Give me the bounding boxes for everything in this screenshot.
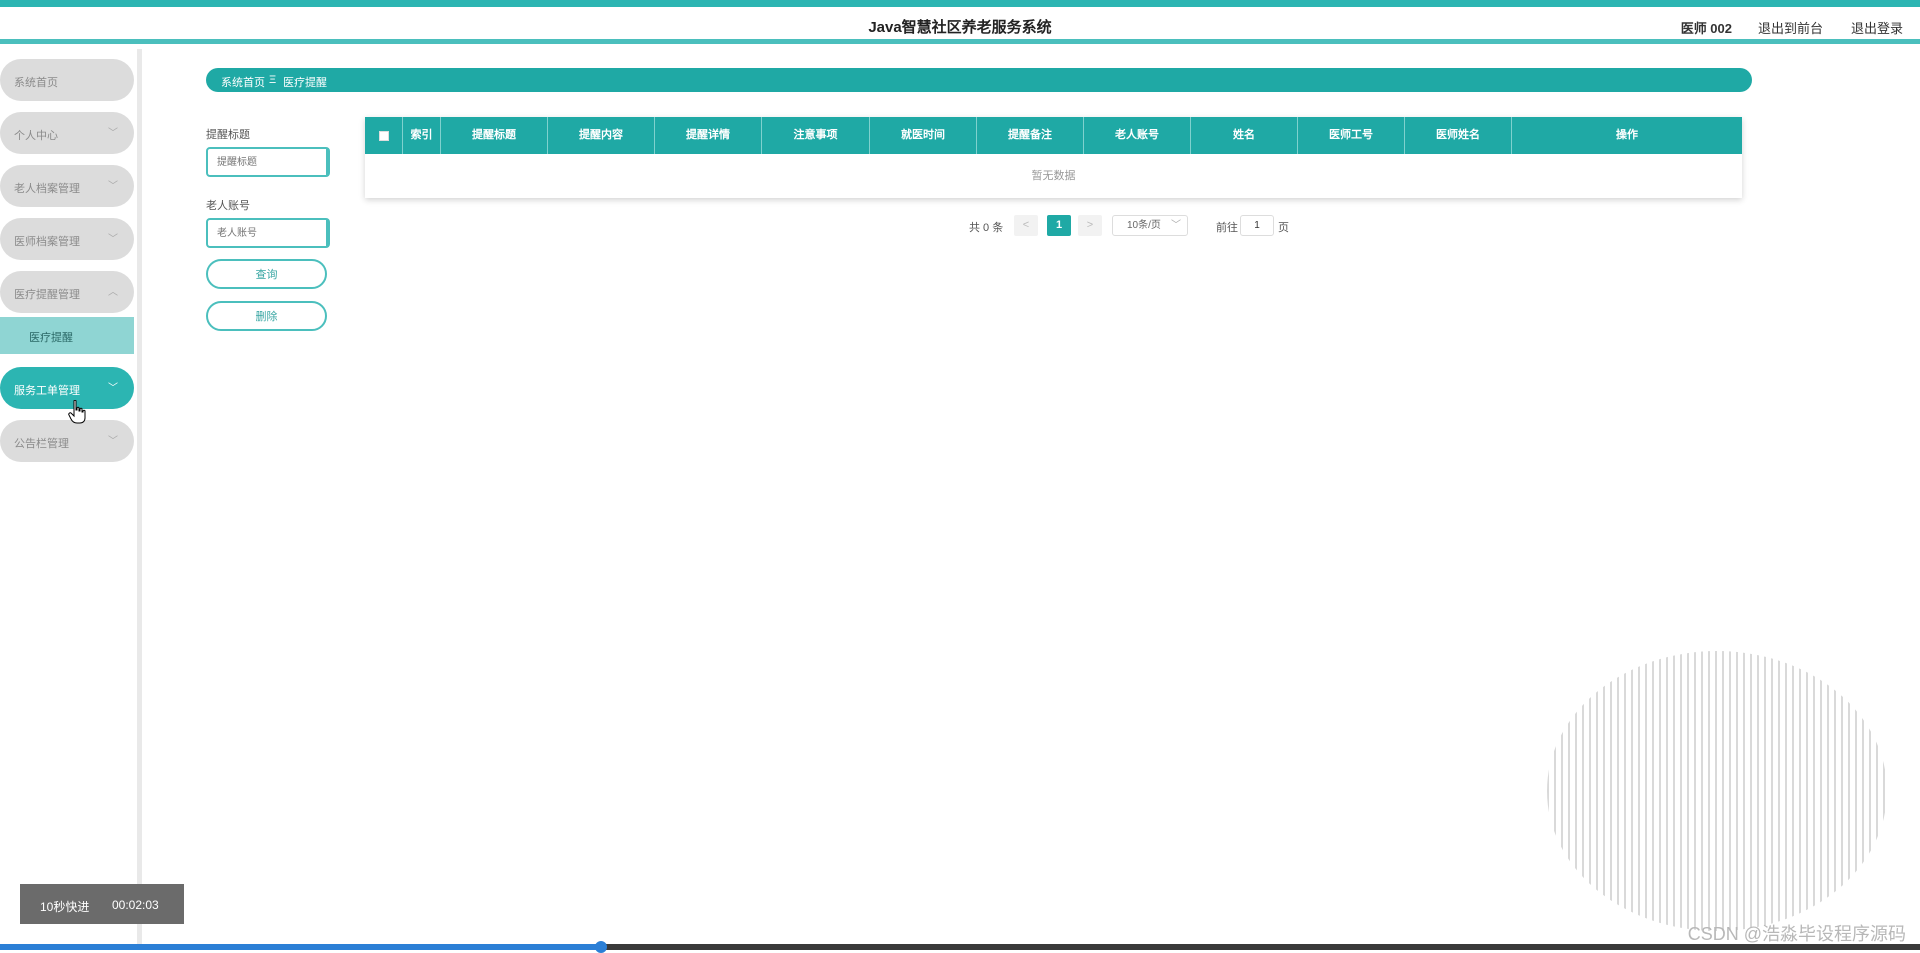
sidebar-item-label: 医疗提醒管理 [14,289,80,301]
sidebar-item-elder-records[interactable]: 老人档案管理 ﹀ [0,165,134,207]
next-page-button[interactable]: > [1078,215,1102,236]
sidebar-subitem-label: 医疗提醒 [29,332,73,344]
column-header[interactable]: 姓名 [1191,117,1298,154]
column-header[interactable]: 提醒标题 [441,117,548,154]
column-header[interactable]: 医师姓名 [1405,117,1512,154]
chevron-down-icon: ﹀ [108,128,118,139]
hand-cursor-icon [68,400,86,424]
watermark: CSDN @浩淼毕设程序源码 [1687,924,1906,944]
logout-link[interactable]: 退出登录 [1851,18,1903,37]
pagination-total: 共 0 条 [969,222,1004,234]
column-header[interactable]: 医师工号 [1298,117,1405,154]
column-header[interactable]: 就医时间 [870,117,977,154]
sidebar-item-label: 服务工单管理 [14,385,80,397]
video-control-bar: 10秒快进 00:02:03 [20,884,184,924]
table-header: 索引 提醒标题 提醒内容 提醒详情 注意事项 就医时间 提醒备注 老人账号 姓名… [365,117,1742,154]
sidebar-item-home[interactable]: 系统首页 [0,59,134,101]
header-bar: Java智慧社区养老服务系统 医师 002 退出到前台 退出登录 [0,7,1920,44]
sidebar-item-label: 公告栏管理 [14,438,69,450]
prev-page-button[interactable]: < [1014,215,1038,236]
query-button[interactable]: 查询 [206,259,327,289]
breadcrumb-home[interactable]: 系统首页 [221,74,265,90]
sidebar-item-doctor-records[interactable]: 医师档案管理 ﹀ [0,218,134,260]
chevron-down-icon: ﹀ [1171,220,1181,231]
delete-button[interactable]: 删除 [206,301,327,331]
sidebar: 系统首页 个人中心 ﹀ 老人档案管理 ﹀ 医师档案管理 ﹀ 医疗提醒管理 ︿ 医… [0,49,142,945]
page-suffix-label: 页 [1278,222,1289,234]
sidebar-item-notice-board[interactable]: 公告栏管理 ﹀ [0,420,134,462]
fast-forward-button[interactable]: 10秒快进 [40,898,89,915]
column-header[interactable]: 索引 [403,117,441,154]
top-accent-line [0,0,1920,7]
decorative-striped-circle [1547,651,1887,931]
chevron-down-icon: ﹀ [108,181,118,192]
title-field-label: 提醒标题 [206,129,250,141]
page-number-button[interactable]: 1 [1047,215,1071,236]
app-title: Java智慧社区养老服务系统 [868,19,1052,36]
column-header[interactable]: 提醒详情 [655,117,762,154]
sidebar-item-label: 个人中心 [14,130,58,142]
empty-state: 暂无数据 [1031,170,1076,182]
account-field-label: 老人账号 [206,200,250,212]
sidebar-item-label: 系统首页 [14,77,58,89]
column-header[interactable]: 提醒内容 [548,117,655,154]
video-progress-fill [0,944,601,950]
column-header[interactable]: 注意事项 [762,117,870,154]
video-progress-handle[interactable] [594,941,607,953]
sidebar-item-service-orders[interactable]: 服务工单管理 ﹀ [0,367,134,409]
account-search-input[interactable] [206,218,330,248]
video-progress-bar[interactable] [0,941,1920,953]
chevron-down-icon: ﹀ [108,436,118,447]
current-user: 医师 002 [1680,21,1732,36]
sidebar-item-label: 医师档案管理 [14,236,80,248]
page-size-value: 10条/页 [1127,220,1161,231]
select-all-cell [365,117,403,154]
back-to-front-link[interactable]: 退出到前台 [1758,18,1823,37]
sidebar-item-medical-reminder[interactable]: 医疗提醒管理 ︿ [0,271,134,313]
select-all-checkbox[interactable] [379,131,389,141]
breadcrumb-current: 医疗提醒 [283,77,327,89]
breadcrumb: 系统首页 Ξ 医疗提醒 [206,68,1752,92]
sidebar-item-label: 老人档案管理 [14,183,80,195]
title-search-input[interactable] [206,147,330,177]
goto-label: 前往 [1216,222,1238,234]
breadcrumb-separator: Ξ [269,74,277,86]
sidebar-item-personal-center[interactable]: 个人中心 ﹀ [0,112,134,154]
column-header[interactable]: 老人账号 [1084,117,1191,154]
chevron-down-icon: ﹀ [108,234,118,245]
page-size-select[interactable]: 10条/页 ﹀ [1112,215,1188,236]
chevron-down-icon: ﹀ [108,383,118,394]
chevron-up-icon: ︿ [108,287,118,298]
goto-page-input[interactable] [1240,215,1274,236]
column-header[interactable]: 提醒备注 [977,117,1084,154]
data-table: 索引 提醒标题 提醒内容 提醒详情 注意事项 就医时间 提醒备注 老人账号 姓名… [365,117,1742,198]
video-timestamp: 00:02:03 [112,898,159,912]
sidebar-subitem-medical-reminder[interactable]: 医疗提醒 [0,317,134,354]
column-header: 操作 [1616,129,1638,141]
